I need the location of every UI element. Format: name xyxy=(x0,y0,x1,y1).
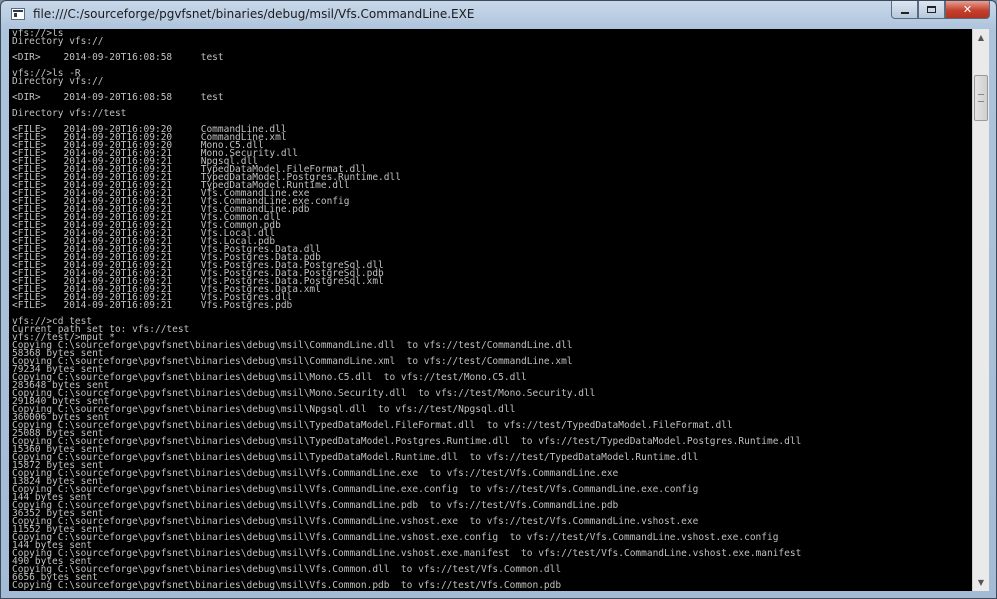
console-line: vfs://>ls xyxy=(12,29,64,39)
console-line: vfs://>ls -R xyxy=(12,68,81,79)
console-line: Copying C:\sourceforge\pgvfsnet\binaries… xyxy=(12,420,733,431)
console-line: <DIR> 2014-09-20T16:08:58 test xyxy=(12,92,224,103)
arrow-down-icon: ▼ xyxy=(977,578,985,587)
console-line: <FILE> 2014-09-20T16:09:21 Vfs.Postgres.… xyxy=(12,300,293,311)
console-line: Directory vfs:// xyxy=(12,76,104,87)
window-title: file:///C:/sourceforge/pgvfsnet/binaries… xyxy=(33,7,475,21)
console-window: file:///C:/sourceforge/pgvfsnet/binaries… xyxy=(0,0,997,599)
console-line: Copying C:\sourceforge\pgvfsnet\binaries… xyxy=(12,548,802,559)
console-line: Copying C:\sourceforge\pgvfsnet\binaries… xyxy=(12,580,562,591)
console-line: Copying C:\sourceforge\pgvfsnet\binaries… xyxy=(12,452,699,463)
console-line: Copying C:\sourceforge\pgvfsnet\binaries… xyxy=(12,532,779,543)
close-button[interactable]: ✕ xyxy=(945,1,990,19)
maximize-icon xyxy=(927,6,936,13)
arrow-up-icon: ▲ xyxy=(977,33,985,42)
vertical-scrollbar[interactable]: ▲ ▼ xyxy=(972,29,989,591)
console-output[interactable]: vfs://>ls Directory vfs://<DIR> 2014-09-2… xyxy=(9,29,972,591)
minimize-button[interactable] xyxy=(891,1,918,19)
console-line: Copying C:\sourceforge\pgvfsnet\binaries… xyxy=(12,372,527,383)
console-text: vfs://>ls Directory vfs://<DIR> 2014-09-2… xyxy=(12,29,972,591)
console-app-icon[interactable] xyxy=(11,8,25,20)
console-line: Copying C:\sourceforge\pgvfsnet\binaries… xyxy=(12,404,516,415)
maximize-button[interactable] xyxy=(918,1,945,19)
caption-buttons: ✕ xyxy=(891,1,990,19)
console-line: <DIR> 2014-09-20T16:08:58 test xyxy=(12,52,224,63)
console-line: Copying C:\sourceforge\pgvfsnet\binaries… xyxy=(12,340,573,351)
console-line: Copying C:\sourceforge\pgvfsnet\binaries… xyxy=(12,516,699,527)
scroll-thumb[interactable] xyxy=(974,75,988,121)
console-line: Copying C:\sourceforge\pgvfsnet\binaries… xyxy=(12,484,699,495)
scroll-up-button[interactable]: ▲ xyxy=(973,29,989,46)
console-line: Current path set to: vfs://test xyxy=(12,324,190,335)
console-line: Copying C:\sourceforge\pgvfsnet\binaries… xyxy=(12,436,802,447)
console-line: Copying C:\sourceforge\pgvfsnet\binaries… xyxy=(12,500,619,511)
title-bar[interactable]: file:///C:/sourceforge/pgvfsnet/binaries… xyxy=(1,1,996,29)
close-icon: ✕ xyxy=(962,3,973,16)
console-line: Copying C:\sourceforge\pgvfsnet\binaries… xyxy=(12,564,562,575)
minimize-icon xyxy=(900,11,909,14)
console-line: Copying C:\sourceforge\pgvfsnet\binaries… xyxy=(12,468,619,479)
console-line: Directory vfs://test xyxy=(12,108,127,119)
console-line: Copying C:\sourceforge\pgvfsnet\binaries… xyxy=(12,388,596,399)
console-line: Directory vfs:// xyxy=(12,36,104,47)
console-line: Copying C:\sourceforge\pgvfsnet\binaries… xyxy=(12,356,573,367)
scroll-down-button[interactable]: ▼ xyxy=(973,574,989,591)
